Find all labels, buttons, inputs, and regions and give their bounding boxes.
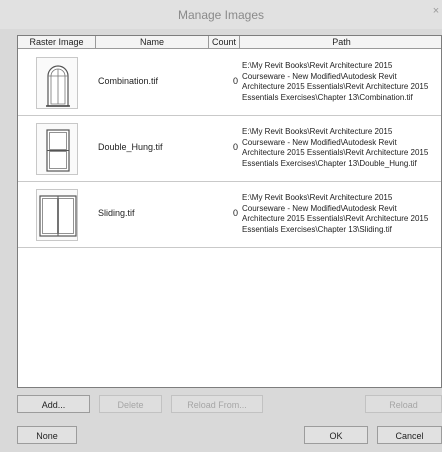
close-icon[interactable]: × (430, 5, 442, 19)
table-row[interactable]: Double_Hung.tif 0 E:\My Revit Books\Revi… (18, 116, 441, 182)
image-path: E:\My Revit Books\Revit Architecture 201… (242, 61, 429, 102)
ok-button[interactable]: OK (304, 426, 368, 444)
table-row[interactable]: Sliding.tif 0 E:\My Revit Books\Revit Ar… (18, 182, 441, 248)
image-path: E:\My Revit Books\Revit Architecture 201… (242, 193, 429, 234)
none-button[interactable]: None (17, 426, 77, 444)
table-header: Raster Image Name Count Path (18, 36, 441, 50)
double-hung-window-icon (36, 123, 78, 175)
image-name: Double_Hung.tif (98, 142, 163, 152)
image-name: Sliding.tif (98, 208, 135, 218)
sliding-window-icon (36, 189, 78, 241)
image-count: 0 (232, 76, 238, 86)
column-header-name[interactable]: Name (96, 36, 209, 49)
dialog-title: Manage Images (177, 8, 265, 22)
add-button[interactable]: Add... (17, 395, 90, 413)
reload-from-button[interactable]: Reload From... (171, 395, 263, 413)
image-path: E:\My Revit Books\Revit Architecture 201… (242, 127, 429, 168)
image-name: Combination.tif (98, 76, 159, 86)
column-header-count[interactable]: Count (209, 36, 240, 49)
images-table: Raster Image Name Count Path Combination… (17, 35, 442, 388)
image-count: 0 (232, 208, 238, 218)
image-count: 0 (232, 142, 238, 152)
column-header-raster-image[interactable]: Raster Image (18, 36, 96, 49)
table-row[interactable]: Combination.tif 0 E:\My Revit Books\Revi… (18, 50, 441, 116)
reload-button[interactable]: Reload (365, 395, 442, 413)
title-bar: Manage Images × (0, 0, 442, 29)
column-header-path[interactable]: Path (240, 36, 441, 49)
arched-window-icon (36, 57, 78, 109)
delete-button[interactable]: Delete (99, 395, 162, 413)
cancel-button[interactable]: Cancel (377, 426, 442, 444)
